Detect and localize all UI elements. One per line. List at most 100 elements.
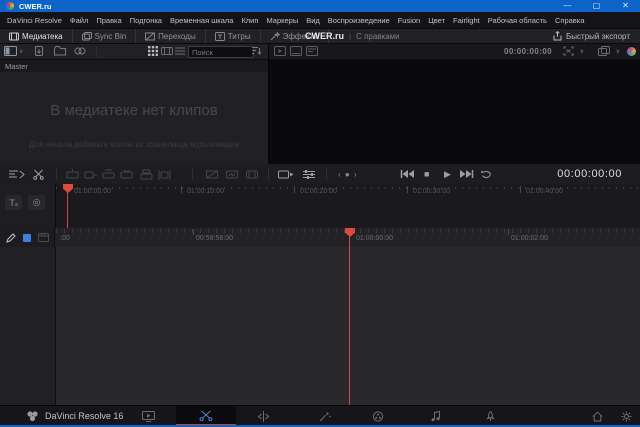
jog-control[interactable]: ‹ ● › <box>338 167 358 181</box>
smart-insert-icon[interactable] <box>66 167 79 181</box>
clapper-icon[interactable] <box>38 233 49 242</box>
overlay-options-icon[interactable] <box>598 46 610 56</box>
tab-titles[interactable]: Титры <box>206 29 261 43</box>
tab-sync-bin[interactable]: Sync Bin <box>73 29 137 43</box>
home-button[interactable] <box>589 410 605 422</box>
app-icon <box>6 2 14 10</box>
import-media-icon[interactable] <box>34 46 45 57</box>
ruler-label: :00 <box>60 235 70 242</box>
viewer-timecode: 00:00:00:00 <box>504 47 552 56</box>
tab-transitions[interactable]: Переходы <box>136 29 206 43</box>
track-color-swatch[interactable] <box>23 234 31 242</box>
titles-icon <box>215 32 225 41</box>
page-color[interactable] <box>369 410 387 422</box>
menu-markers[interactable]: Маркеры <box>266 16 298 25</box>
bin-breadcrumb[interactable]: Master <box>0 60 268 72</box>
minimize-button[interactable]: — <box>553 0 582 12</box>
menu-help[interactable]: Справка <box>555 16 584 25</box>
transport-toolbar: ‹ ● › ■ ▶ 00:00:00:00 <box>0 164 640 185</box>
ruler-label: 01:00:10:00 <box>187 188 224 195</box>
viewer-panel[interactable] <box>268 60 640 164</box>
menu-edit[interactable]: Правка <box>96 16 121 25</box>
list-view-icon[interactable] <box>175 46 185 56</box>
search-input[interactable] <box>188 46 254 58</box>
window-titlebar: CWER.ru — ▢ ✕ <box>0 0 640 12</box>
razor-icon[interactable] <box>33 167 44 181</box>
settings-gear-icon[interactable] <box>618 410 634 422</box>
ruler-label: 01:00:30:00 <box>413 188 450 195</box>
zoom-fit-icon[interactable] <box>563 46 574 56</box>
top-toolbar: Медиатека Sync Bin Переходы Титры Эффект… <box>0 29 640 44</box>
source-tape-mode-icon[interactable] <box>290 46 302 56</box>
append-clip-icon[interactable] <box>84 167 97 181</box>
loop-button[interactable] <box>480 167 493 181</box>
go-to-start-button[interactable] <box>400 167 414 181</box>
filmstrip-view-icon[interactable] <box>161 46 173 56</box>
lower-timeline-gutter <box>0 228 55 247</box>
menu-trim[interactable]: Подгонка <box>130 16 162 25</box>
menu-timeline[interactable]: Временная шкала <box>170 16 233 25</box>
chevron-down-icon[interactable]: ∨ <box>580 48 584 55</box>
tab-media-pool[interactable]: Медиатека <box>0 29 73 43</box>
effects-tool-icon[interactable] <box>246 167 258 181</box>
page-deliver[interactable] <box>481 410 499 422</box>
page-media[interactable] <box>139 410 157 422</box>
menu-clip[interactable]: Клип <box>241 16 258 25</box>
ripple-overwrite-icon[interactable] <box>102 167 115 181</box>
panel-layout-icon[interactable] <box>4 46 17 56</box>
source-overwrite-icon[interactable] <box>158 167 171 181</box>
close-up-icon[interactable] <box>120 167 133 181</box>
page-cut-active[interactable] <box>176 406 236 426</box>
davinci-resolve-logo <box>26 410 39 422</box>
menu-bar: DaVinci Resolve Файл Правка Подгонка Вре… <box>0 12 640 29</box>
tools-icon[interactable] <box>302 167 316 181</box>
page-fusion[interactable] <box>316 410 334 422</box>
menu-playback[interactable]: Воспроизведение <box>328 16 390 25</box>
page-edit[interactable] <box>254 410 272 422</box>
smart-indicator-icon[interactable] <box>278 167 294 181</box>
menu-davinci-resolve[interactable]: DaVinci Resolve <box>7 16 62 25</box>
source-clip-mode-icon[interactable] <box>274 46 286 56</box>
ruler-label: 01:00:00:00 <box>74 188 111 195</box>
effects-icon <box>270 32 280 41</box>
ruler-label: 01:00:00:00 <box>356 235 393 242</box>
new-bin-icon[interactable] <box>54 46 66 56</box>
draw-tool-icon[interactable] <box>6 233 16 243</box>
relink-media-icon[interactable] <box>74 46 86 56</box>
menu-fusion[interactable]: Fusion <box>398 16 421 25</box>
lower-timeline-ruler[interactable]: :00 00:59:58:00 01:00:00:00 01:00:02:00 <box>0 228 640 248</box>
davinci-resolve-window: CWER.ru — ▢ ✕ DaVinci Resolve Файл Правк… <box>0 0 640 427</box>
menu-file[interactable]: Файл <box>70 16 88 25</box>
quick-export-button[interactable]: Быстрый экспорт <box>553 29 630 43</box>
close-button[interactable]: ✕ <box>611 0 640 12</box>
maximize-button[interactable]: ▢ <box>582 0 611 12</box>
menu-color[interactable]: Цвет <box>428 16 445 25</box>
play-button[interactable]: ▶ <box>444 167 451 181</box>
menu-fairlight[interactable]: Fairlight <box>453 16 480 25</box>
color-adjust-icon[interactable] <box>627 47 636 56</box>
sort-icon[interactable] <box>252 46 262 56</box>
stop-button[interactable]: ■ <box>424 167 429 181</box>
upper-timeline[interactable]: Ta ◎ 01:00:00:00 01:00:10:00 01:00:20:00… <box>0 184 640 229</box>
project-title: CWER.ru | С правками <box>305 29 400 43</box>
timeline-mode-icon[interactable] <box>306 46 318 56</box>
page-fairlight[interactable] <box>426 410 444 422</box>
chevron-down-icon[interactable]: ∨ <box>616 48 620 55</box>
media-pool-panel[interactable]: В медиатеке нет клипов Для начала добавь… <box>0 72 268 164</box>
menu-workspace[interactable]: Рабочая область <box>488 16 547 25</box>
grid-view-icon[interactable] <box>148 46 158 56</box>
ruler-label: 01:00:20:00 <box>300 188 337 195</box>
timeline-tracks[interactable] <box>0 247 640 405</box>
trim-mode-icon[interactable] <box>8 167 25 181</box>
place-on-top-icon[interactable] <box>140 167 153 181</box>
go-to-end-button[interactable] <box>460 167 474 181</box>
transition-tool-icon[interactable] <box>206 167 218 181</box>
target-icon[interactable]: ◎ <box>28 195 45 210</box>
chevron-down-icon[interactable]: ∨ <box>19 48 23 55</box>
media-pool-icon <box>9 32 19 41</box>
viewer-toolbar: 00:00:00:00 ∨ ∨ <box>268 44 640 60</box>
track-header[interactable] <box>0 247 56 405</box>
menu-view[interactable]: Вид <box>306 16 320 25</box>
text-tool-icon[interactable]: Ta <box>5 195 22 210</box>
titles-tool-icon[interactable] <box>226 167 238 181</box>
